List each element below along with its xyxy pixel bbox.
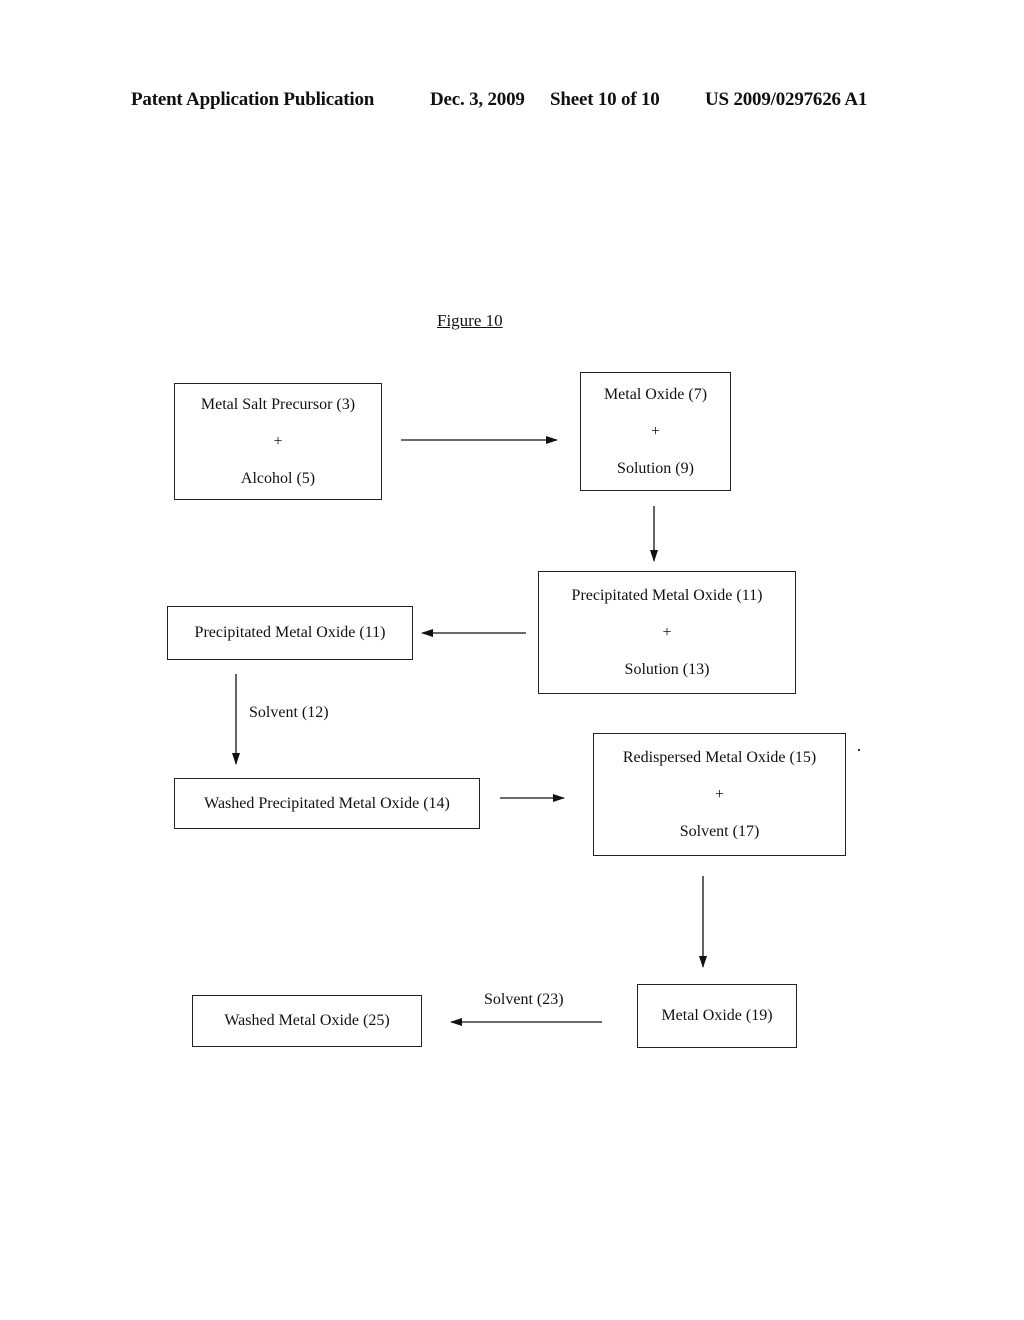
node-metal-oxide-19: Metal Oxide (19) — [637, 984, 797, 1048]
node-precipitated-metal-oxide: Precipitated Metal Oxide (11) — [167, 606, 413, 660]
node-label: Precipitated Metal Oxide (11) — [194, 624, 386, 641]
node-label: Washed Metal Oxide (25) — [224, 1012, 390, 1029]
node-redispersed-metal-oxide-solvent: Redispersed Metal Oxide (15) + Solvent (… — [593, 733, 846, 856]
node-washed-precipitated-metal-oxide: Washed Precipitated Metal Oxide (14) — [174, 778, 480, 829]
node-label: Washed Precipitated Metal Oxide (14) — [204, 794, 450, 812]
node-label: Solvent (17) — [679, 823, 760, 840]
plus-sign: + — [714, 786, 725, 803]
node-label: Alcohol (5) — [240, 470, 316, 487]
edge-label-solvent-12: Solvent (12) — [249, 704, 329, 721]
node-washed-metal-oxide: Washed Metal Oxide (25) — [192, 995, 422, 1047]
scan-artifact-dot — [858, 749, 860, 751]
node-label: Metal Salt Precursor (3) — [200, 396, 356, 413]
node-label: Solution (9) — [617, 460, 694, 477]
node-label: Metal Oxide (19) — [661, 1007, 773, 1024]
node-metal-salt-precursor-alcohol: Metal Salt Precursor (3) + Alcohol (5) — [174, 383, 382, 500]
node-label: Redispersed Metal Oxide (15) — [622, 749, 817, 766]
node-label: Metal Oxide (7) — [603, 386, 708, 403]
plus-sign: + — [650, 423, 661, 440]
plus-sign: + — [273, 433, 283, 450]
plus-sign: + — [662, 624, 672, 641]
flow-arrows — [232, 436, 707, 1026]
node-label: Precipitated Metal Oxide (11) — [571, 587, 763, 604]
node-metal-oxide-solution: Metal Oxide (7) + Solution (9) — [580, 372, 731, 491]
node-label: Solution (13) — [624, 661, 710, 678]
edge-label-solvent-23: Solvent (23) — [484, 991, 564, 1008]
node-precipitated-metal-oxide-solution: Precipitated Metal Oxide (11) + Solution… — [538, 571, 796, 694]
